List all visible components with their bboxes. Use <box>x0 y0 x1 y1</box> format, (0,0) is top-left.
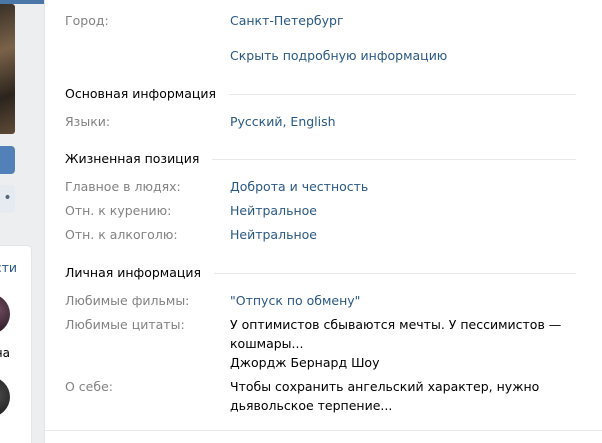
quote-author: Джордж Бернард Шоу <box>230 355 380 370</box>
friend-name[interactable]: на <box>0 346 10 360</box>
hide-details-link[interactable]: Скрыть подробную информацию <box>230 45 575 67</box>
message-button[interactable] <box>0 146 15 174</box>
more-dots-icon: • <box>3 190 12 206</box>
friends-block-title[interactable]: сти <box>0 260 17 275</box>
info-value-link[interactable]: Санкт-Петербург <box>230 10 575 32</box>
info-value-link[interactable]: "Отпуск по обмену" <box>230 290 575 312</box>
info-row-city: Город: Санкт-Петербург <box>65 10 585 32</box>
section-title: Основная информация <box>65 85 230 103</box>
friend-avatar[interactable] <box>0 377 10 417</box>
friends-block: сти на <box>0 246 31 443</box>
info-label: Любимые цитаты: <box>65 317 185 332</box>
profile-info-card: Город: Санкт-Петербург Скрыть подробную … <box>45 0 602 443</box>
info-value-multiline: Чтобы сохранить ангельский характер, нуж… <box>230 377 575 415</box>
info-value-link[interactable]: Русский, English <box>230 111 575 133</box>
info-label: Языки: <box>65 114 111 129</box>
info-row-about: О себе: Чтобы сохранить ангельский харак… <box>65 376 585 418</box>
info-row-quotes: Любимые цитаты: У оптимистов сбываются м… <box>65 314 585 376</box>
quote-line: У оптимистов сбываются мечты. У пессимис… <box>230 317 562 332</box>
info-row-movies: Любимые фильмы: "Отпуск по обмену" <box>65 290 585 312</box>
info-label: О себе: <box>65 379 113 394</box>
info-label: Любимые фильмы: <box>65 293 190 308</box>
info-row-languages: Языки: Русский, English <box>65 111 585 133</box>
info-label: Главное в людях: <box>65 179 181 194</box>
info-value-multiline: У оптимистов сбываются мечты. У пессимис… <box>230 315 575 372</box>
info-label: Город: <box>65 13 109 28</box>
more-actions-button[interactable]: • <box>0 185 15 213</box>
info-row-main-in-people: Главное в людях: Доброта и честность <box>65 176 585 198</box>
info-label: Отн. к алкоголю: <box>65 227 178 242</box>
about-line: Чтобы сохранить ангельский характер, нуж… <box>230 379 540 394</box>
info-value-link[interactable]: Нейтральное <box>230 200 575 222</box>
card-bottom-divider <box>45 430 602 431</box>
hide-details-row: Скрыть подробную информацию <box>65 45 585 67</box>
info-label: Отн. к курению: <box>65 203 172 218</box>
profile-photo[interactable] <box>0 4 15 134</box>
about-line: дьявольское терпение... <box>230 398 393 413</box>
section-personal: Личная информация <box>65 264 576 282</box>
info-row-alcohol: Отн. к алкоголю: Нейтральное <box>65 224 585 246</box>
info-row-smoking: Отн. к курению: Нейтральное <box>65 200 585 222</box>
section-life-position: Жизненная позиция <box>65 150 576 168</box>
section-title: Жизненная позиция <box>65 150 213 168</box>
left-column: • сти на <box>0 0 31 443</box>
section-title: Личная информация <box>65 264 215 282</box>
info-value-link[interactable]: Доброта и честность <box>230 176 575 198</box>
section-basic: Основная информация <box>65 85 576 103</box>
info-value-link[interactable]: Нейтральное <box>230 224 575 246</box>
quote-line: кошмары... <box>230 336 304 351</box>
friend-avatar[interactable] <box>0 294 10 334</box>
